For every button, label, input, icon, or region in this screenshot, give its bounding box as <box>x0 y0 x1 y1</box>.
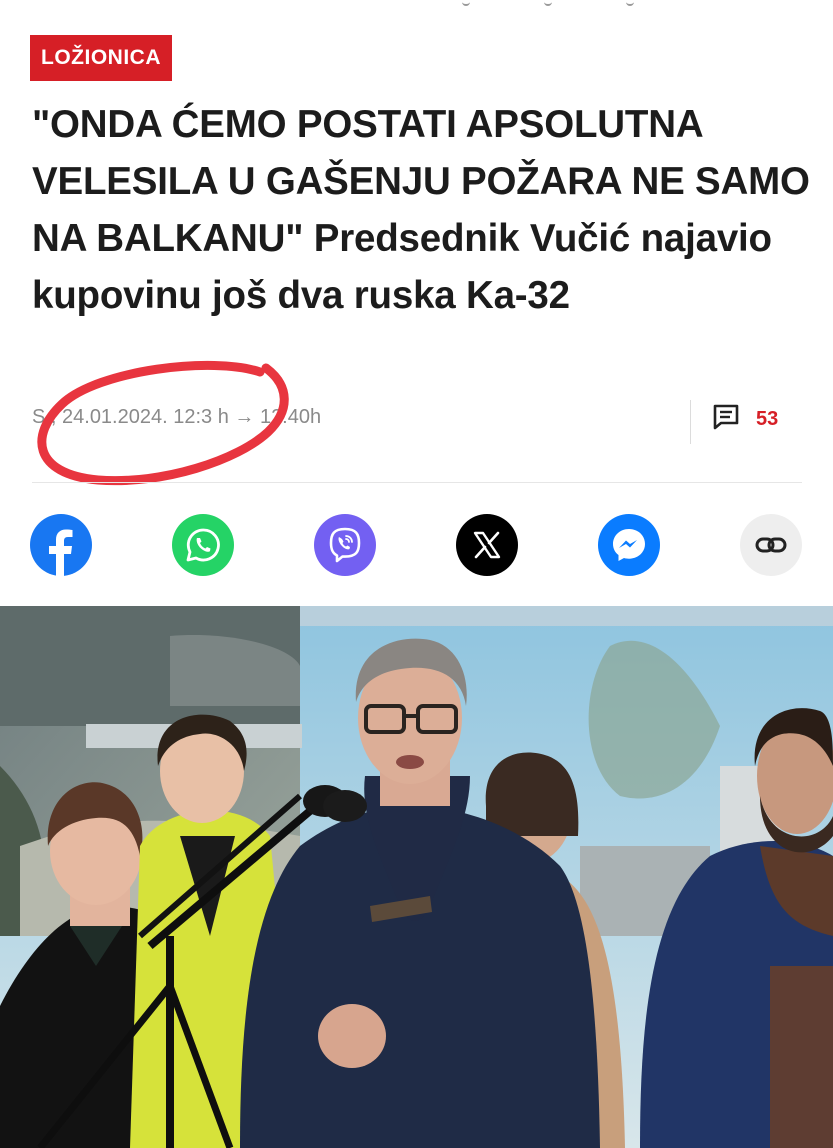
comment-icon <box>712 404 740 435</box>
share-bar <box>30 514 802 578</box>
comments-count: 53 <box>756 407 779 430</box>
share-messenger-button[interactable] <box>598 514 660 576</box>
share-whatsapp-button[interactable] <box>172 514 234 576</box>
publish-date: S , 24.01.2024. 12:3 h → 12:40h <box>32 406 322 428</box>
comments-button[interactable]: 53 <box>712 402 778 436</box>
article-photo <box>0 606 833 1148</box>
article-headline: "ONDA ĆEMO POSTATI APSOLUTNA VELESILA U … <box>32 103 810 317</box>
top-edge-fragment <box>0 0 833 8</box>
share-x-button[interactable] <box>456 514 518 576</box>
x-icon <box>473 531 501 559</box>
messenger-icon <box>613 529 645 561</box>
whatsapp-icon <box>186 528 220 562</box>
article-meta: S , 24.01.2024. 12:3 h → 12:40h 53 <box>32 400 802 444</box>
divider <box>32 482 802 483</box>
share-viber-button[interactable] <box>314 514 376 576</box>
share-facebook-button[interactable] <box>30 514 92 576</box>
category-badge[interactable]: LOŽIONICA <box>30 35 172 81</box>
viber-icon <box>329 527 361 563</box>
link-icon <box>755 537 787 553</box>
meta-divider <box>690 400 691 444</box>
facebook-icon <box>49 529 73 576</box>
copy-link-button[interactable] <box>740 514 802 576</box>
